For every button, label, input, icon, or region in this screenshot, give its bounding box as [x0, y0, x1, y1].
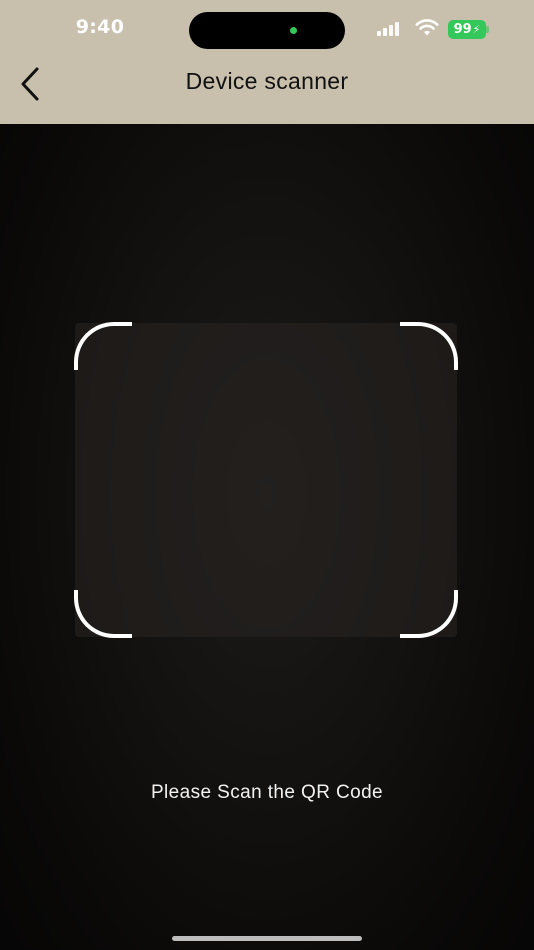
status-bar: 9:40 99 ⚡: [0, 0, 534, 60]
battery-tip: [486, 26, 489, 33]
home-indicator[interactable]: [172, 936, 362, 941]
header: 9:40 99 ⚡ Device scanner: [0, 0, 534, 124]
frame-corner-bottom-left: [74, 590, 132, 638]
device-scanner-screen: 9:40 99 ⚡ Device scanner Please Scan the…: [0, 0, 534, 950]
frame-corner-top-left: [74, 322, 132, 370]
charging-bolt-icon: ⚡: [472, 23, 481, 36]
camera-indicator-dot: [290, 27, 297, 34]
status-time: 9:40: [75, 16, 125, 38]
wifi-icon: [415, 19, 439, 36]
nav-bar: Device scanner: [0, 56, 534, 124]
frame-corner-top-right: [400, 322, 458, 370]
page-title: Device scanner: [185, 68, 349, 94]
dynamic-island: [189, 12, 345, 49]
frame-corner-bottom-right: [400, 590, 458, 638]
scan-instruction-text: Please Scan the QR Code: [150, 782, 384, 803]
signal-icon: [377, 22, 399, 36]
qr-scan-frame: [74, 322, 458, 638]
battery-icon: 99 ⚡: [448, 20, 486, 39]
battery-level: 99: [453, 22, 472, 37]
